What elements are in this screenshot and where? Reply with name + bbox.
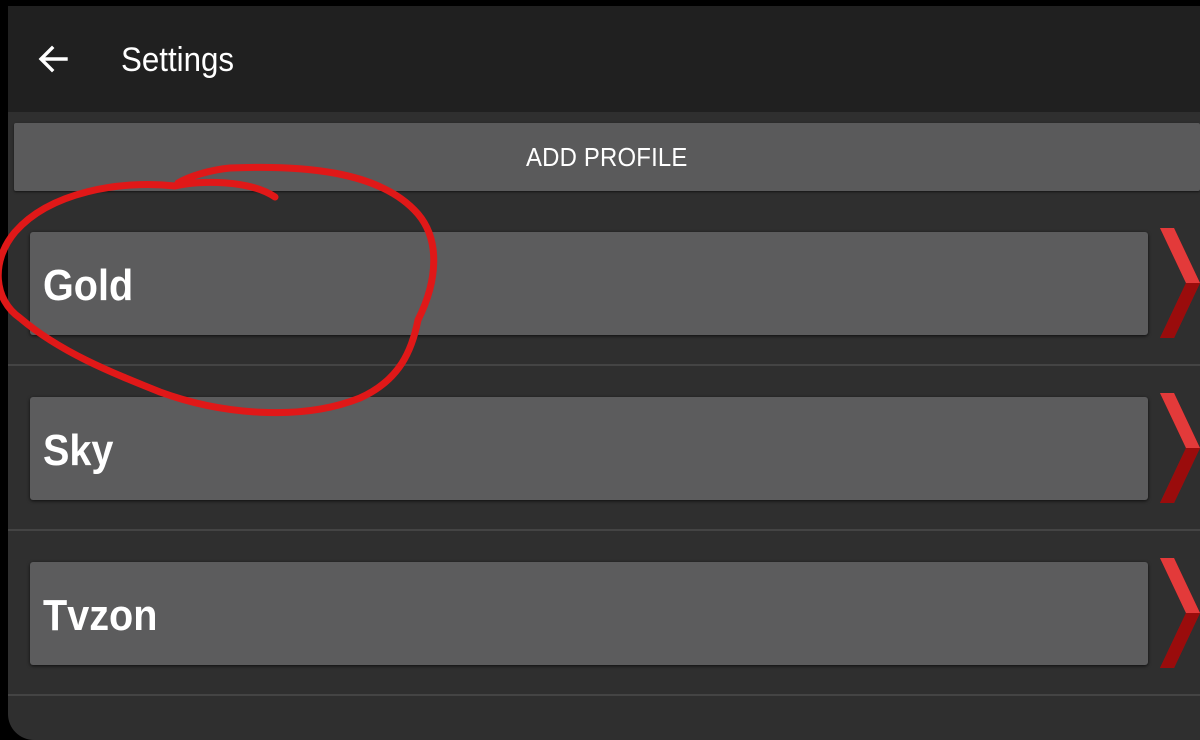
app-screen: Settings ADD PROFILE Gold Sky Tvzon: [8, 6, 1200, 740]
add-profile-label: ADD PROFILE: [526, 141, 688, 172]
profile-row-gold: Gold: [8, 201, 1200, 366]
chevron-right-icon[interactable]: [1160, 393, 1200, 503]
profile-card[interactable]: Tvzon: [30, 562, 1148, 665]
add-profile-button[interactable]: ADD PROFILE: [14, 123, 1200, 191]
profile-name: Sky: [43, 426, 114, 475]
profile-card[interactable]: Gold: [30, 232, 1148, 335]
chevron-right-icon[interactable]: [1160, 558, 1200, 668]
profile-name: Gold: [43, 261, 134, 310]
app-bar: Settings: [8, 6, 1200, 112]
profile-card[interactable]: Sky: [30, 397, 1148, 500]
profile-row-sky: Sky: [8, 366, 1200, 531]
profile-row-tvzon: Tvzon: [8, 531, 1200, 696]
chevron-right-icon[interactable]: [1160, 228, 1200, 338]
row-divider: [8, 694, 1200, 696]
profile-name: Tvzon: [43, 591, 158, 640]
page-title: Settings: [121, 41, 235, 79]
arrow-left-icon[interactable]: [36, 42, 70, 76]
